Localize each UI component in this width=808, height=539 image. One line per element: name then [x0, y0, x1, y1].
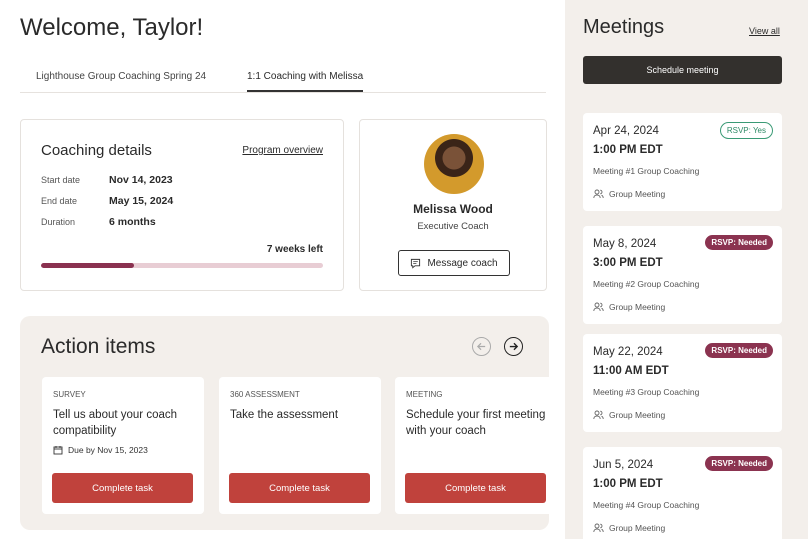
- task-due-text: Due by Nov 15, 2023: [68, 445, 148, 455]
- meeting-date: Apr 24, 2024: [593, 125, 659, 137]
- complete-task-button[interactable]: Complete task: [229, 473, 370, 503]
- task-card-assessment: 360 ASSESSMENT Take the assessment Compl…: [219, 377, 381, 514]
- coach-role: Executive Coach: [417, 221, 489, 232]
- meeting-time: 11:00 AM EDT: [593, 365, 669, 377]
- meeting-title: Meeting #2 Group Coaching: [593, 279, 700, 289]
- start-date-label: Start date: [41, 175, 81, 185]
- main-content: Welcome, Taylor! Lighthouse Group Coachi…: [0, 0, 565, 539]
- coach-card: Melissa Wood Executive Coach Message coa…: [359, 119, 547, 291]
- duration-label: Duration: [41, 217, 76, 227]
- program-overview-link[interactable]: Program overview: [242, 145, 323, 156]
- group-icon: [593, 189, 604, 199]
- end-date-label: End date: [41, 196, 78, 206]
- meeting-date: Jun 5, 2024: [593, 459, 654, 471]
- meeting-card[interactable]: May 22, 2024 11:00 AM EDT Meeting #3 Gro…: [583, 334, 782, 432]
- program-tabs: Lighthouse Group Coaching Spring 24 1:1 …: [20, 64, 546, 93]
- view-all-meetings-link[interactable]: View all: [749, 26, 780, 36]
- meeting-type-label: Group Meeting: [609, 410, 666, 420]
- carousel-prev-button[interactable]: [472, 337, 491, 356]
- start-date-value: Nov 14, 2023: [109, 174, 173, 186]
- page-title: Welcome, Taylor!: [20, 14, 204, 41]
- rsvp-badge[interactable]: RSVP: Needed: [705, 343, 773, 358]
- coach-name: Melissa Wood: [413, 202, 493, 216]
- task-kind: MEETING: [406, 390, 443, 399]
- meeting-time: 3:00 PM EDT: [593, 257, 663, 269]
- carousel-next-button[interactable]: [504, 337, 523, 356]
- task-title: Take the assessment: [230, 409, 339, 421]
- rsvp-badge[interactable]: RSVP: Needed: [705, 235, 773, 250]
- meeting-type: Group Meeting: [593, 302, 665, 312]
- program-progress-bar: [41, 263, 323, 268]
- meeting-title: Meeting #1 Group Coaching: [593, 166, 700, 176]
- meeting-type: Group Meeting: [593, 410, 665, 420]
- group-icon: [593, 302, 604, 312]
- coach-avatar: [424, 134, 484, 194]
- end-date-value: May 15, 2024: [109, 195, 174, 207]
- group-icon: [593, 523, 604, 533]
- task-kind: 360 ASSESSMENT: [230, 390, 300, 399]
- duration-value: 6 months: [109, 216, 156, 228]
- meeting-title: Meeting #3 Group Coaching: [593, 387, 700, 397]
- schedule-meeting-button[interactable]: Schedule meeting: [583, 56, 782, 84]
- meeting-type: Group Meeting: [593, 189, 665, 199]
- program-progress-fill: [41, 263, 135, 268]
- tab-one-on-one-coaching[interactable]: 1:1 Coaching with Melissa: [247, 71, 364, 92]
- arrow-left-icon: [476, 342, 486, 351]
- meeting-date: May 22, 2024: [593, 346, 663, 358]
- task-card-meeting: MEETING Schedule your first meeting with…: [395, 377, 549, 514]
- complete-task-button[interactable]: Complete task: [405, 473, 546, 503]
- task-kind: SURVEY: [53, 390, 86, 399]
- meetings-title: Meetings: [583, 16, 665, 38]
- meeting-title: Meeting #4 Group Coaching: [593, 500, 700, 510]
- meeting-card[interactable]: Apr 24, 2024 1:00 PM EDT Meeting #1 Grou…: [583, 113, 782, 211]
- tab-group-coaching[interactable]: Lighthouse Group Coaching Spring 24: [36, 71, 206, 90]
- meeting-date: May 8, 2024: [593, 238, 657, 250]
- meeting-type-label: Group Meeting: [609, 302, 666, 312]
- message-icon: [411, 258, 421, 269]
- complete-task-button[interactable]: Complete task: [52, 473, 193, 503]
- task-card-survey: SURVEY Tell us about your coach compatib…: [42, 377, 204, 514]
- task-title: Tell us about your coach compatibility: [53, 409, 178, 437]
- task-due: Due by Nov 15, 2023: [53, 445, 148, 455]
- meeting-time: 1:00 PM EDT: [593, 144, 663, 156]
- meeting-type-label: Group Meeting: [609, 189, 666, 199]
- meetings-sidebar: Meetings View all Schedule meeting Apr 2…: [565, 0, 808, 539]
- rsvp-badge[interactable]: RSVP: Yes: [719, 122, 773, 139]
- meeting-type: Group Meeting: [593, 523, 665, 533]
- task-title: Schedule your first meeting with your co…: [406, 409, 546, 437]
- rsvp-badge[interactable]: RSVP: Needed: [705, 456, 773, 471]
- weeks-left: 7 weeks left: [266, 244, 323, 255]
- meeting-card[interactable]: Jun 5, 2024 1:00 PM EDT Meeting #4 Group…: [583, 447, 782, 539]
- meeting-type-label: Group Meeting: [609, 523, 666, 533]
- coaching-details-card: Coaching details Program overview Start …: [20, 119, 344, 291]
- calendar-icon: [53, 446, 63, 455]
- action-items-title: Action items: [41, 335, 156, 358]
- message-coach-button[interactable]: Message coach: [398, 250, 510, 276]
- action-items-section: Action items SURVEY Tell us about your c…: [20, 316, 549, 530]
- meeting-card[interactable]: May 8, 2024 3:00 PM EDT Meeting #2 Group…: [583, 226, 782, 324]
- arrow-right-icon: [509, 342, 519, 351]
- coaching-details-title: Coaching details: [41, 142, 152, 159]
- group-icon: [593, 410, 604, 420]
- message-coach-label: Message coach: [427, 257, 498, 269]
- meeting-time: 1:00 PM EDT: [593, 478, 663, 490]
